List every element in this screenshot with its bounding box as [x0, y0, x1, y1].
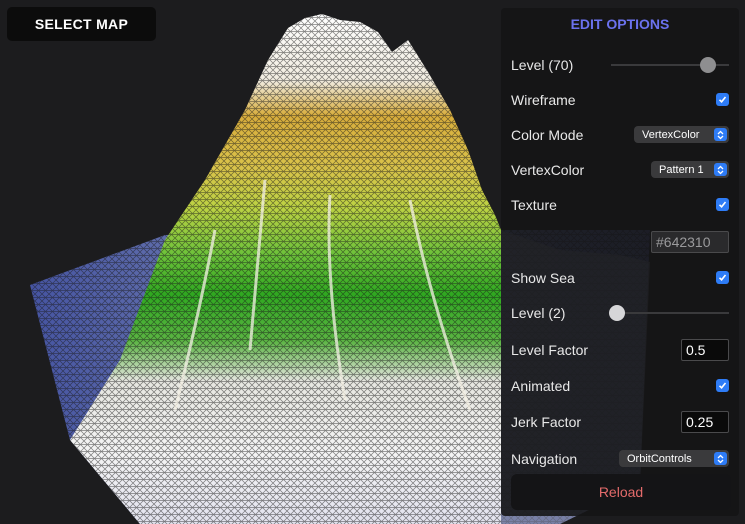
show-sea-row: Show Sea	[511, 267, 729, 289]
wireframe-checkbox[interactable]	[716, 93, 729, 106]
jerk-factor-row: Jerk Factor 0.25	[511, 411, 729, 433]
texture-label: Texture	[511, 197, 557, 213]
check-icon	[718, 274, 727, 281]
sea-level-slider-thumb[interactable]	[608, 305, 625, 321]
sea-level-row: Level (2)	[511, 302, 729, 324]
navigation-select[interactable]: OrbitControls	[619, 450, 729, 467]
vertex-color-select[interactable]: Pattern 1	[651, 161, 729, 178]
color-mode-value: VertexColor	[642, 128, 700, 141]
level-factor-input[interactable]: 0.5	[681, 339, 729, 361]
level-factor-label: Level Factor	[511, 342, 589, 358]
chevron-updown-icon	[714, 452, 727, 465]
check-icon	[718, 382, 727, 389]
reload-button[interactable]: Reload	[511, 474, 731, 510]
animated-row: Animated	[511, 375, 729, 397]
sea-level-slider[interactable]	[608, 305, 729, 321]
color-mode-row: Color Mode VertexColor	[511, 124, 729, 146]
texture-color-input[interactable]: #642310	[651, 231, 729, 253]
texture-checkbox[interactable]	[716, 198, 729, 211]
check-icon	[718, 201, 727, 208]
select-map-button[interactable]: SELECT MAP	[7, 7, 156, 41]
show-sea-checkbox[interactable]	[716, 271, 729, 284]
jerk-factor-input[interactable]: 0.25	[681, 411, 729, 433]
vertex-color-row: VertexColor Pattern 1	[511, 159, 729, 181]
chevron-updown-icon	[714, 163, 727, 176]
texture-color-row: #642310	[511, 231, 729, 253]
check-icon	[718, 96, 727, 103]
wireframe-label: Wireframe	[511, 92, 576, 108]
navigation-label: Navigation	[511, 451, 578, 467]
texture-row: Texture	[511, 194, 729, 216]
animated-label: Animated	[511, 378, 571, 394]
wireframe-row: Wireframe	[511, 89, 729, 111]
animated-checkbox[interactable]	[716, 379, 729, 392]
sea-level-label: Level (2)	[511, 305, 566, 321]
panel-title: EDIT OPTIONS	[570, 16, 670, 32]
level-slider[interactable]	[611, 57, 729, 73]
level-slider-thumb[interactable]	[699, 57, 716, 73]
color-mode-select[interactable]: VertexColor	[634, 126, 729, 143]
color-mode-label: Color Mode	[511, 127, 584, 143]
vertex-color-value: Pattern 1	[659, 163, 704, 176]
show-sea-label: Show Sea	[511, 270, 575, 286]
edit-options-panel: EDIT OPTIONS Level (70) Wireframe Color …	[501, 8, 739, 516]
jerk-factor-label: Jerk Factor	[511, 414, 582, 430]
level-factor-row: Level Factor 0.5	[511, 339, 729, 361]
vertex-color-label: VertexColor	[511, 162, 585, 178]
level-row: Level (70)	[511, 54, 729, 76]
navigation-value: OrbitControls	[627, 452, 692, 465]
navigation-row: Navigation OrbitControls	[511, 448, 729, 470]
level-label: Level (70)	[511, 57, 574, 73]
chevron-updown-icon	[714, 128, 727, 141]
